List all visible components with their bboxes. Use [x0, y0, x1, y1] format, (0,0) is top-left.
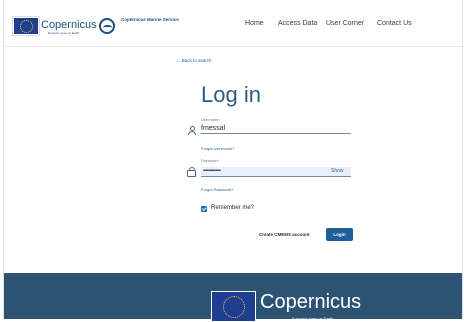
nav-home[interactable]: Home — [245, 20, 264, 27]
user-icon — [188, 126, 196, 135]
password-label: Password — [201, 158, 219, 163]
marine-service-icon — [99, 18, 115, 34]
eu-flag-icon — [13, 17, 39, 35]
header: Copernicus Europe's eyes on Earth Copern… — [4, 0, 462, 47]
password-value: •••••••••••••• — [203, 168, 221, 174]
eu-flag-icon — [211, 291, 256, 322]
username-label: Username — [201, 117, 220, 122]
forgot-username-link[interactable]: Forgot Username? — [201, 146, 234, 151]
nav-user-corner[interactable]: User Corner — [326, 20, 364, 27]
marine-service-name[interactable]: Copernicus Marine Service — [121, 17, 181, 23]
footer: Copernicus Europe's eyes on Earth — [4, 273, 462, 322]
create-account-link[interactable]: Create CMEMS account — [259, 232, 310, 237]
page-title: Log in — [201, 82, 261, 107]
login-button[interactable]: Login — [326, 228, 353, 241]
remember-me-checkbox[interactable] — [201, 206, 207, 212]
nav-contact-us[interactable]: Contact Us — [377, 20, 412, 27]
back-to-search-link[interactable]: ← Back to search — [176, 58, 212, 63]
footer-copernicus-logo: Copernicus — [260, 291, 362, 313]
password-input[interactable]: •••••••••••••• — [201, 167, 351, 177]
copernicus-logo-subtext: Europe's eyes on Earth — [48, 31, 80, 35]
page-frame: Copernicus Europe's eyes on Earth Copern… — [3, 0, 463, 322]
nav-access-data[interactable]: Access Data — [278, 20, 317, 27]
username-input[interactable]: fmessal — [201, 124, 351, 134]
lock-icon — [187, 167, 196, 177]
show-password-button[interactable]: Show — [331, 168, 344, 174]
forgot-password-link[interactable]: Forgot Password? — [201, 187, 233, 192]
remember-me-label[interactable]: Remember me? — [211, 205, 254, 211]
